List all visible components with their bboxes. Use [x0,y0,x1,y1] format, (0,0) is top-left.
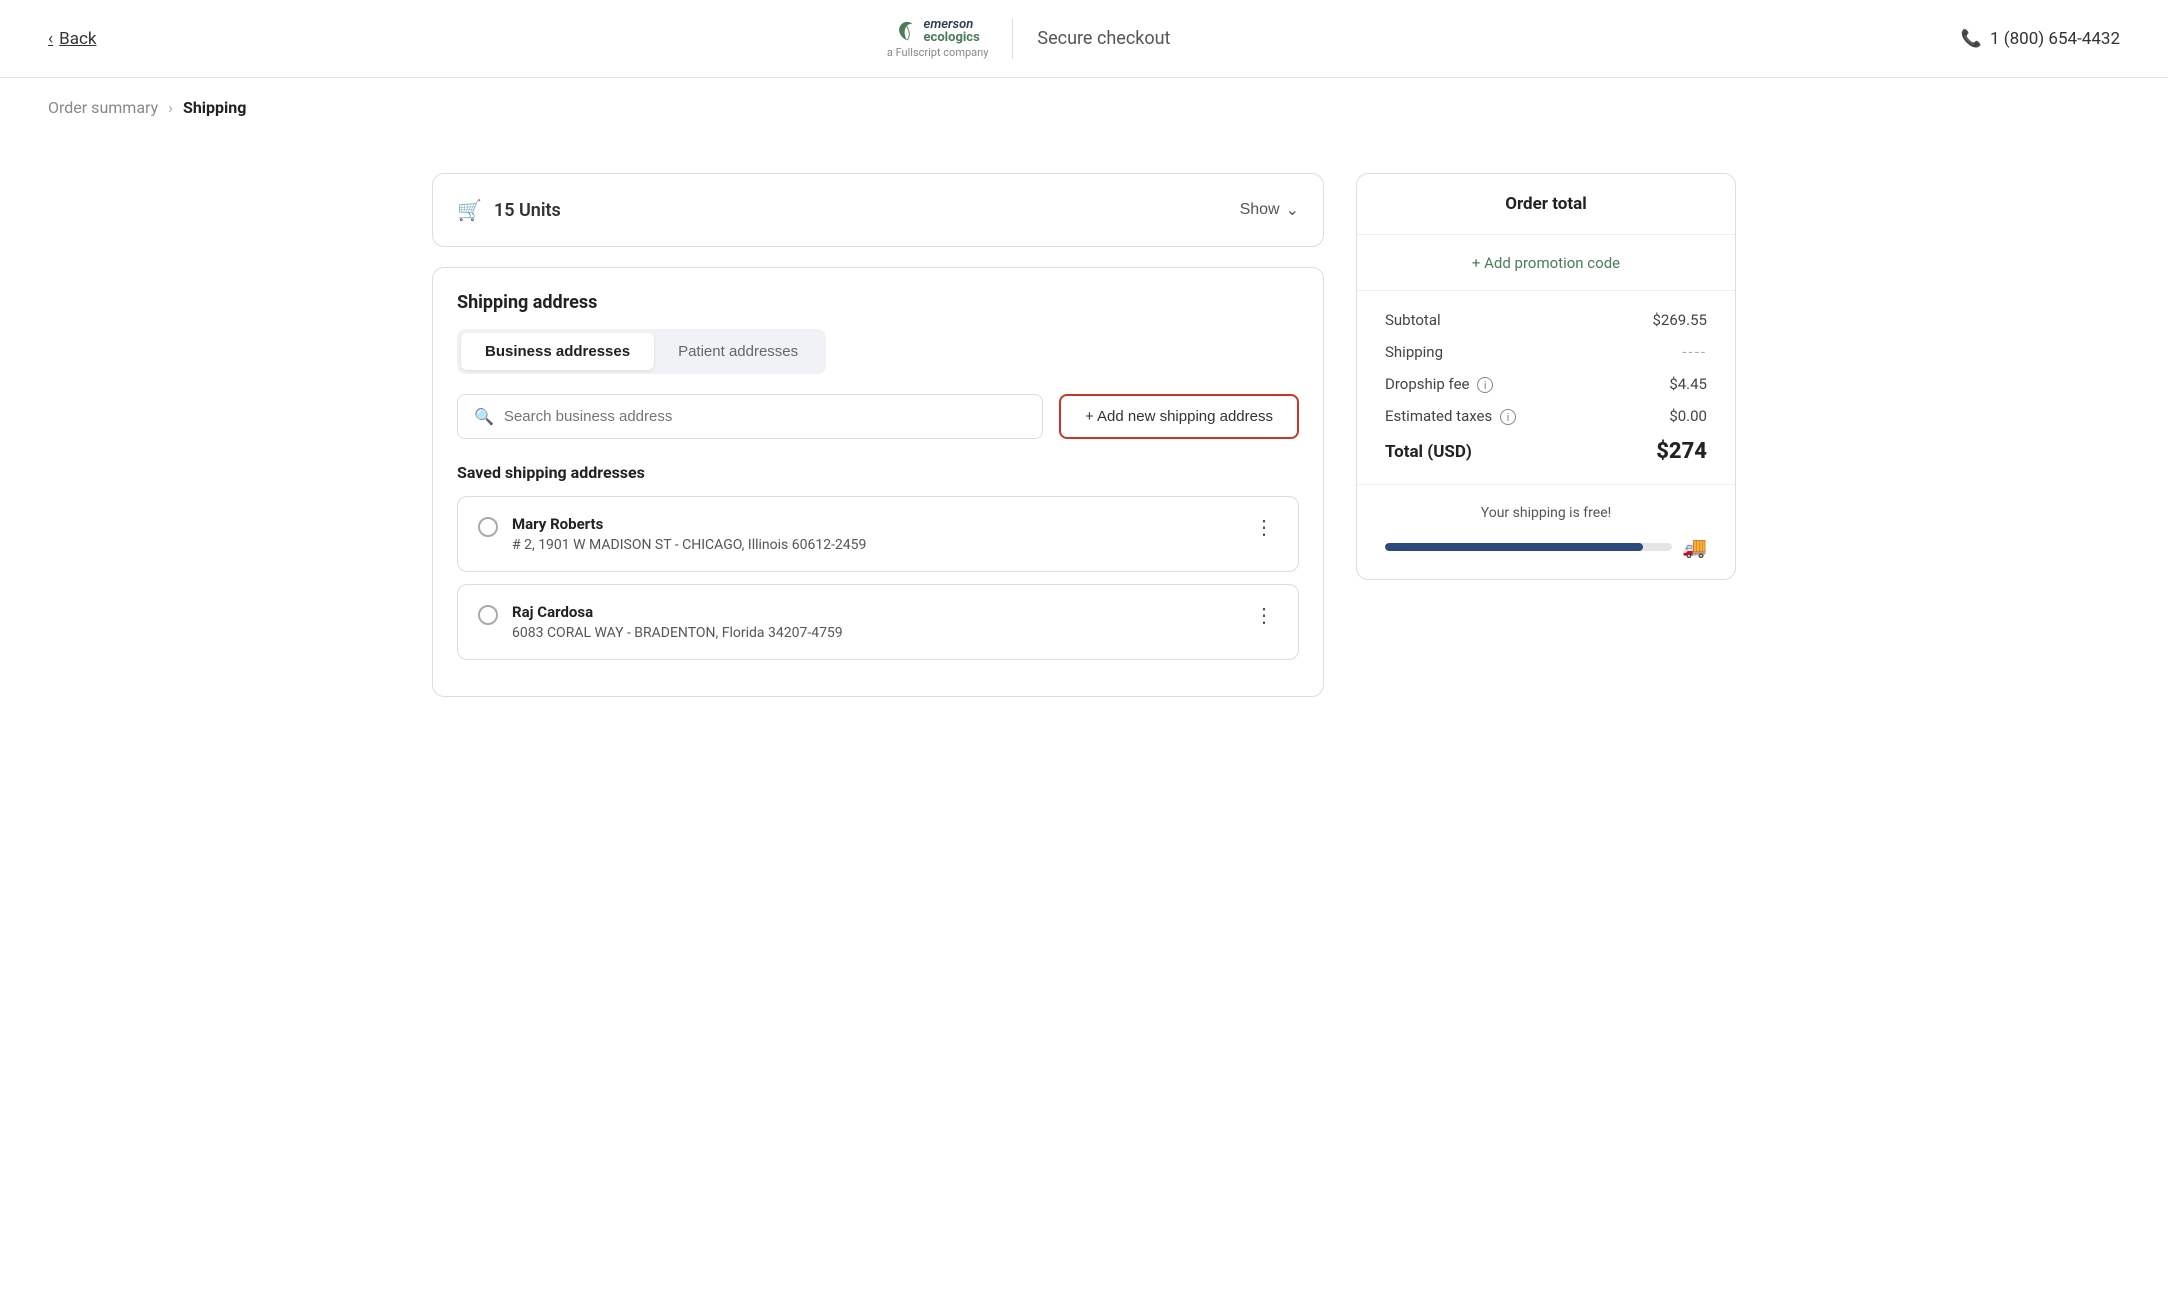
breadcrumb: Order summary › Shipping [0,78,2168,117]
back-label: Back [59,29,96,49]
left-column: 🛒 15 Units Show ⌄ Shipping address Busin… [432,173,1324,697]
back-button[interactable]: ‹ Back [48,29,96,49]
free-shipping-text: Your shipping is free! [1385,505,1707,521]
cart-icon: 🛒 [457,198,482,222]
dropship-value: $4.45 [1669,375,1707,393]
chevron-down-icon: ⌄ [1286,200,1299,220]
phone-contact: 📞 1 (800) 654-4432 [1961,29,2120,49]
search-box: 🔍 [457,394,1043,439]
taxes-line: Estimated taxes i $0.00 [1385,407,1707,425]
address-menu-button-1[interactable]: ⋮ [1250,603,1278,628]
taxes-value: $0.00 [1669,407,1707,425]
logo: emerson ecologics a Fullscript company [887,18,989,59]
breadcrumb-step2: Shipping [183,98,246,117]
progress-bar-fill [1385,543,1643,551]
phone-icon: 📞 [1961,29,1982,49]
search-icon: 🔍 [474,407,494,426]
address-tabs: Business addresses Patient addresses [457,329,826,374]
address-left-0: Mary Roberts # 2, 1901 W MADISON ST - CH… [478,515,866,553]
address-name-0: Mary Roberts [512,515,866,533]
taxes-info-icon[interactable]: i [1500,409,1516,425]
show-button[interactable]: Show ⌄ [1240,200,1299,220]
main-content: 🛒 15 Units Show ⌄ Shipping address Busin… [384,141,1784,729]
breadcrumb-arrow: › [168,98,173,117]
back-arrow-icon: ‹ [48,29,53,49]
address-line-0: # 2, 1901 W MADISON ST - CHICAGO, Illino… [512,537,866,553]
add-promo-link[interactable]: + Add promotion code [1472,254,1620,272]
address-name-1: Raj Cardosa [512,603,843,621]
tab-business[interactable]: Business addresses [461,333,654,370]
taxes-label: Estimated taxes i [1385,407,1516,425]
shipping-label: Shipping [1385,343,1443,361]
secure-checkout-label: Secure checkout [1037,28,1170,49]
logo-subtitle: a Fullscript company [887,46,989,59]
search-input[interactable] [504,408,1026,425]
subtotal-value: $269.55 [1652,311,1707,329]
shipping-value: ---- [1682,343,1707,361]
logo-leaf-icon [896,20,918,42]
add-address-label: + Add new shipping address [1085,408,1273,425]
truck-icon: 🚚 [1682,535,1707,559]
tab-patient[interactable]: Patient addresses [654,333,822,370]
address-radio-0[interactable] [478,517,498,537]
address-card-1: Raj Cardosa 6083 CORAL WAY - BRADENTON, … [457,584,1299,660]
order-total-header: Order total [1357,174,1735,235]
dropship-line: Dropship fee i $4.45 [1385,375,1707,393]
units-card: 🛒 15 Units Show ⌄ [432,173,1324,247]
total-value: $274 [1656,439,1707,464]
show-label: Show [1240,201,1280,219]
address-info-1: Raj Cardosa 6083 CORAL WAY - BRADENTON, … [512,603,843,641]
subtotal-line: Subtotal $269.55 [1385,311,1707,329]
page-header: ‹ Back emerson ecologics a Fullscript co… [0,0,2168,78]
shipping-address-card: Shipping address Business addresses Pati… [432,267,1324,697]
shipping-line: Shipping ---- [1385,343,1707,361]
dropship-label: Dropship fee i [1385,375,1493,393]
address-info-0: Mary Roberts # 2, 1901 W MADISON ST - CH… [512,515,866,553]
total-line: Total (USD) $274 [1385,439,1707,464]
order-details: Subtotal $269.55 Shipping ---- Dropship … [1357,291,1735,485]
units-left: 🛒 15 Units [457,198,561,222]
subtotal-label: Subtotal [1385,311,1441,329]
breadcrumb-step1: Order summary [48,98,158,117]
address-menu-button-0[interactable]: ⋮ [1250,515,1278,540]
right-column: Order total + Add promotion code Subtota… [1356,173,1736,697]
header-center: emerson ecologics a Fullscript company S… [887,18,1171,59]
address-line-1: 6083 CORAL WAY - BRADENTON, Florida 3420… [512,625,843,641]
units-row: 🛒 15 Units Show ⌄ [457,198,1299,222]
shipping-section-title: Shipping address [457,292,1299,313]
saved-addresses-title: Saved shipping addresses [457,463,1299,482]
address-radio-1[interactable] [478,605,498,625]
address-card-0: Mary Roberts # 2, 1901 W MADISON ST - CH… [457,496,1299,572]
header-divider [1012,19,1013,59]
order-total-title: Order total [1385,194,1707,214]
phone-number: 1 (800) 654-4432 [1990,29,2120,49]
order-total-card: Order total + Add promotion code Subtota… [1356,173,1736,580]
dropship-info-icon[interactable]: i [1477,377,1493,393]
total-label: Total (USD) [1385,442,1472,462]
address-left-1: Raj Cardosa 6083 CORAL WAY - BRADENTON, … [478,603,843,641]
free-shipping-section: Your shipping is free! 🚚 [1357,485,1735,579]
units-label: 15 Units [494,200,561,221]
add-address-button[interactable]: + Add new shipping address [1059,394,1299,439]
progress-bar-background [1385,543,1672,551]
progress-row: 🚚 [1385,535,1707,559]
search-add-row: 🔍 + Add new shipping address [457,394,1299,439]
promo-section: + Add promotion code [1357,235,1735,291]
